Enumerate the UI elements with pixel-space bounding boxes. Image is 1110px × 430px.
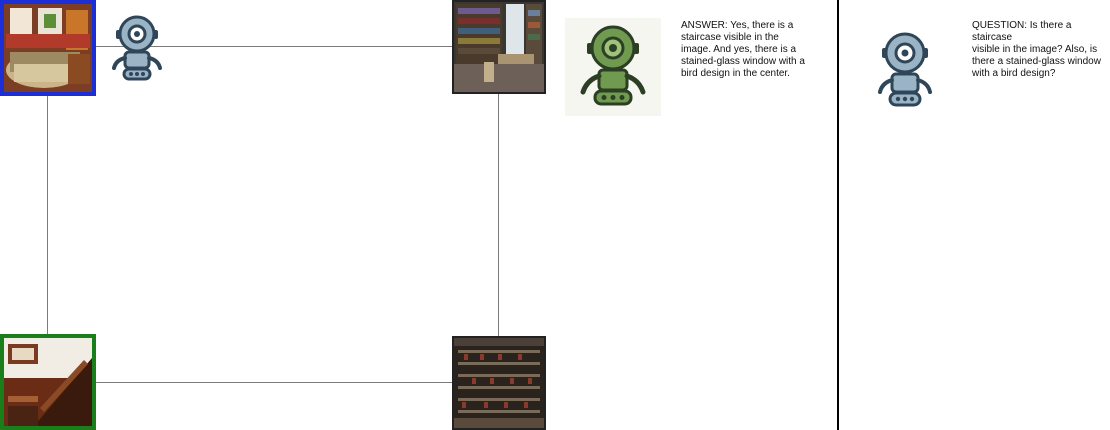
staircase-image — [4, 338, 92, 426]
node-library[interactable] — [452, 0, 546, 94]
question-text: QUESTION: Is there a staircase visible i… — [972, 20, 1101, 79]
living-room-image — [4, 4, 92, 92]
answer-text: ANSWER: Yes, there is a staircase visibl… — [681, 20, 805, 79]
robot-icon-blue-question — [874, 30, 936, 108]
panel-divider — [837, 0, 839, 430]
node-living-room[interactable] — [0, 0, 96, 96]
library-image — [454, 2, 544, 92]
node-wine-cellar[interactable] — [452, 336, 546, 430]
edge-bottom — [96, 382, 452, 383]
robot-icon-blue — [108, 14, 166, 82]
node-staircase[interactable] — [0, 334, 96, 430]
edge-left — [47, 96, 48, 336]
wine-cellar-image — [454, 338, 544, 428]
edge-right — [498, 94, 499, 336]
robot-icon-green — [565, 18, 661, 116]
